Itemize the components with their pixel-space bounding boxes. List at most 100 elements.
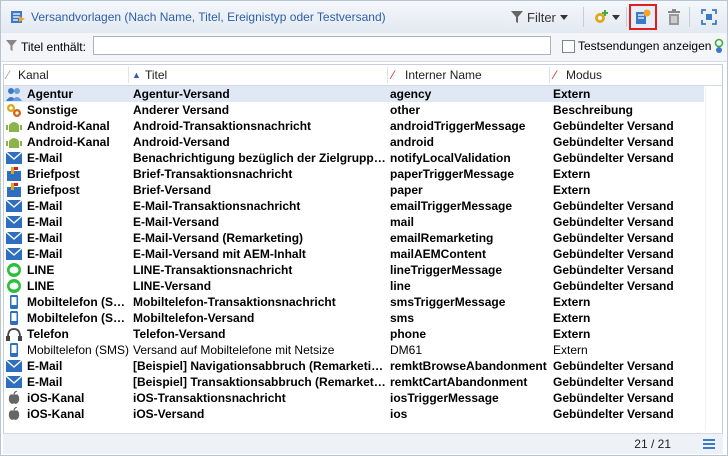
cell-titel: Telefon-Versand bbox=[133, 327, 226, 341]
template-table: ⁄ Kanal ▲ Titel ⁄ Interner Name ⁄ Modus … bbox=[3, 64, 723, 434]
table-row[interactable]: Briefpost Brief-Versand paper Extern bbox=[4, 182, 704, 198]
email-icon bbox=[5, 359, 23, 373]
table-row[interactable]: Sonstige Anderer Versand other Beschreibung bbox=[4, 102, 704, 118]
new-from-template-button[interactable] bbox=[589, 6, 623, 28]
table-row[interactable]: E-Mail Benachrichtigung bezüglich der Zie… bbox=[4, 150, 704, 166]
table-row[interactable]: Android-Kanal Android-Versand android Gebün… bbox=[4, 134, 704, 150]
cell-titel: LINE-Transaktionsnachricht bbox=[133, 263, 293, 277]
cell-modus: Extern bbox=[553, 311, 591, 325]
email-icon bbox=[5, 151, 23, 165]
table-header: ⁄ Kanal ▲ Titel ⁄ Interner Name ⁄ Modus bbox=[4, 65, 722, 86]
cell-kanal: iOS-Kanal bbox=[27, 407, 85, 421]
trash-icon bbox=[668, 9, 680, 25]
cell-modus: Gebündelter Versand bbox=[553, 151, 674, 165]
cell-interner-name: emailTriggerMessage bbox=[390, 199, 513, 213]
list-menu-icon[interactable] bbox=[703, 439, 715, 449]
cell-interner-name: line bbox=[390, 279, 411, 293]
table-body: Agentur Agentur-Versand agency Extern Sonsti… bbox=[4, 86, 704, 422]
table-row[interactable]: iOS-Kanal iOS-Transaktionsnachricht iosTri… bbox=[4, 390, 704, 406]
cell-titel: Brief-Transaktionsnachricht bbox=[133, 167, 293, 181]
cell-titel: Anderer Versand bbox=[133, 103, 230, 117]
cell-modus: Extern bbox=[553, 327, 591, 341]
sort-ascending-icon: ▲ bbox=[132, 70, 141, 80]
table-row[interactable]: E-Mail E-Mail-Transaktionsnachricht emailT… bbox=[4, 198, 704, 214]
table-row[interactable]: E-Mail E-Mail-Versand (Remarketing) emailR… bbox=[4, 230, 704, 246]
toolbar-divider bbox=[626, 7, 627, 27]
title-filter-input[interactable] bbox=[93, 36, 551, 55]
cell-kanal: iOS-Kanal bbox=[27, 391, 85, 405]
table-row[interactable]: Mobiltelefon (SMS) Mobiltelefon-Versand sm… bbox=[4, 310, 704, 326]
sort-indicator-icon: ⁄ bbox=[7, 68, 10, 82]
funnel-icon bbox=[6, 40, 17, 51]
table-row[interactable]: E-Mail E-Mail-Versand mail Gebündelter Vers… bbox=[4, 214, 704, 230]
cell-modus: Gebündelter Versand bbox=[553, 199, 674, 213]
delete-button[interactable] bbox=[663, 6, 685, 28]
cell-modus: Gebündelter Versand bbox=[553, 119, 674, 133]
cell-interner-name: notifyLocalValidation bbox=[390, 151, 511, 165]
chevron-down-icon bbox=[611, 14, 620, 20]
cell-modus: Gebündelter Versand bbox=[553, 247, 674, 261]
line-icon bbox=[6, 279, 22, 293]
column-header-titel[interactable]: Titel bbox=[145, 68, 167, 82]
cell-titel: [Beispiel] Transaktionsabbruch (Remarket… bbox=[133, 375, 389, 389]
fullscreen-button[interactable] bbox=[698, 6, 720, 28]
cell-interner-name: lineTriggerMessage bbox=[390, 263, 503, 277]
new-template-button[interactable] bbox=[629, 4, 657, 30]
cell-interner-name: android bbox=[390, 135, 434, 149]
cell-interner-name: remktCartAbandonment bbox=[390, 375, 528, 389]
table-row[interactable]: E-Mail [Beispiel] Transaktionsabbruch (Re… bbox=[4, 374, 704, 390]
line-icon bbox=[6, 263, 22, 277]
cell-kanal: LINE bbox=[27, 279, 55, 293]
filter-menu[interactable]: Filter bbox=[511, 6, 568, 28]
cell-interner-name: paper bbox=[390, 183, 423, 197]
sort-indicator-icon: ⁄ bbox=[392, 68, 395, 82]
table-row[interactable]: Agentur Agentur-Versand agency Extern bbox=[4, 86, 704, 102]
cell-titel: iOS-Versand bbox=[133, 407, 205, 421]
android-icon bbox=[6, 135, 22, 149]
column-header-modus[interactable]: Modus bbox=[566, 68, 602, 82]
mail-icon bbox=[6, 167, 22, 181]
android-icon bbox=[6, 119, 22, 133]
cell-titel: Android-Transaktionsnachricht bbox=[133, 119, 312, 133]
cell-titel: Agentur-Versand bbox=[133, 87, 230, 101]
column-header-kanal[interactable]: Kanal bbox=[18, 68, 49, 82]
table-row[interactable]: Android-Kanal Android-Transaktionsnachric… bbox=[4, 118, 704, 134]
cell-kanal: E-Mail bbox=[27, 199, 63, 213]
cell-kanal: Mobiltelefon (SMS) bbox=[27, 311, 131, 325]
cell-interner-name: DM61 bbox=[390, 343, 423, 357]
table-row[interactable]: iOS-Kanal iOS-Versand ios Gebündelter Versa… bbox=[4, 406, 704, 422]
cell-modus: Gebündelter Versand bbox=[553, 231, 674, 245]
filter-bar: Titel enthält: Testsendungen anzeigen bbox=[1, 33, 727, 62]
cell-kanal: Agentur bbox=[27, 87, 73, 101]
cell-interner-name: sms bbox=[390, 311, 415, 325]
table-row[interactable]: Briefpost Brief-Transaktionsnachricht pape… bbox=[4, 166, 704, 182]
cell-modus: Gebündelter Versand bbox=[553, 375, 674, 389]
column-header-interner-name[interactable]: Interner Name bbox=[405, 68, 482, 82]
cell-kanal: Sonstige bbox=[27, 103, 78, 117]
delivery-template-icon bbox=[11, 11, 25, 23]
cell-modus: Extern bbox=[553, 295, 591, 309]
cell-kanal: Android-Kanal bbox=[27, 119, 110, 133]
cell-modus: Gebündelter Versand bbox=[553, 407, 674, 421]
cell-titel: E-Mail-Versand mit AEM-Inhalt bbox=[133, 247, 306, 261]
cell-kanal: Mobiltelefon (SMS) bbox=[27, 343, 130, 357]
cell-modus: Gebündelter Versand bbox=[553, 215, 674, 229]
sort-indicator-icon: ⁄ bbox=[554, 68, 557, 82]
agency-icon bbox=[6, 87, 22, 101]
show-test-label[interactable]: Testsendungen anzeigen bbox=[578, 39, 711, 53]
cell-titel: Android-Versand bbox=[133, 135, 230, 149]
table-row[interactable]: LINE LINE-Transaktionsnachricht lineTrigge… bbox=[4, 262, 704, 278]
refresh-icon[interactable] bbox=[714, 38, 724, 54]
table-row[interactable]: Mobiltelefon (SMS) Versand auf Mobiltelef… bbox=[4, 342, 704, 358]
cell-kanal: Briefpost bbox=[27, 183, 80, 197]
cell-interner-name: emailRemarketing bbox=[390, 231, 494, 245]
table-row[interactable]: E-Mail [Beispiel] Navigationsabbruch (Rem… bbox=[4, 358, 704, 374]
show-test-checkbox[interactable] bbox=[562, 40, 575, 53]
table-row[interactable]: LINE LINE-Versand line Gebündelter Versand bbox=[4, 278, 704, 294]
vertical-scrollbar[interactable] bbox=[705, 86, 722, 431]
title-filter-label: Titel enthält: bbox=[21, 40, 86, 54]
table-row[interactable]: Telefon Telefon-Versand phone Extern bbox=[4, 326, 704, 342]
table-row[interactable]: Mobiltelefon (SMS) Mobiltelefon-Transakti… bbox=[4, 294, 704, 310]
cell-kanal: Briefpost bbox=[27, 167, 80, 181]
table-row[interactable]: E-Mail E-Mail-Versand mit AEM-Inhalt mailA… bbox=[4, 246, 704, 262]
